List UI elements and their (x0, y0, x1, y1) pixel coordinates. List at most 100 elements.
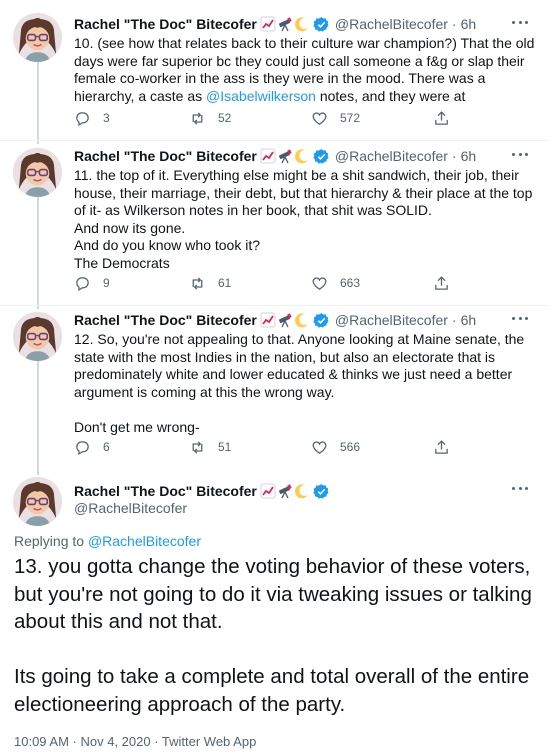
thread-line (37, 62, 39, 144)
retweet-button[interactable]: 61 (189, 273, 231, 293)
reply-button[interactable]: 6 (74, 437, 110, 457)
avatar[interactable] (13, 13, 62, 62)
crescent-moon-icon (294, 313, 308, 328)
tweet-actions: 9 61 663 (74, 273, 544, 293)
tweet-header: Rachel "The Doc" Bitecofer @RachelBiteco… (74, 14, 536, 34)
reply-button[interactable]: 9 (74, 273, 110, 293)
share-button[interactable] (433, 108, 450, 128)
replying-to: Replying to @RachelBitecofer (14, 533, 201, 549)
retweet-icon (192, 111, 203, 125)
crescent-moon-icon (294, 484, 308, 499)
main-tweet-header: Rachel "The Doc" Bitecofer (74, 481, 330, 501)
more-options-icon[interactable] (512, 312, 528, 324)
author-handle[interactable]: @RachelBitecofer (335, 148, 448, 164)
separator-dot: · (451, 148, 457, 164)
retweet-button[interactable]: 51 (189, 437, 231, 457)
tweet-actions: 3 52 572 (74, 108, 544, 128)
retweet-count: 51 (218, 440, 232, 454)
verified-badge-icon (313, 483, 329, 499)
like-button[interactable]: 572 (311, 108, 360, 128)
tweet-header: Rachel "The Doc" Bitecofer @RachelBiteco… (74, 146, 536, 166)
chart-increasing-icon (260, 148, 276, 164)
name-emojis (260, 483, 311, 499)
more-options-icon[interactable] (512, 16, 528, 28)
share-button[interactable] (433, 437, 450, 457)
heart-icon (312, 276, 327, 290)
share-button[interactable] (433, 273, 450, 293)
author-name[interactable]: Rachel "The Doc" Bitecofer (74, 16, 257, 32)
divider (0, 140, 548, 141)
heart-icon (312, 440, 327, 454)
name-emojis (260, 16, 311, 32)
tweet-actions: 6 51 566 (74, 437, 544, 457)
mention-link[interactable]: @Isabelwilkerson (206, 88, 316, 104)
verified-badge-icon (313, 148, 329, 164)
reply-button[interactable]: 3 (74, 108, 110, 128)
share-icon (435, 439, 448, 454)
tweet-time[interactable]: 6h (461, 16, 477, 32)
telescope-icon (278, 17, 292, 32)
main-tweet-text: 13. you gotta change the voting behavior… (14, 555, 532, 716)
reply-count: 6 (103, 440, 110, 454)
reply-icon (76, 440, 89, 455)
author-name[interactable]: Rachel "The Doc" Bitecofer (74, 312, 257, 328)
tweet-time[interactable]: 6h (461, 312, 477, 328)
more-options-icon[interactable] (512, 148, 528, 160)
chart-increasing-icon (260, 312, 276, 328)
replying-to-link[interactable]: @RachelBitecofer (88, 533, 201, 549)
like-button[interactable]: 663 (311, 273, 360, 293)
divider (0, 305, 548, 306)
author-name[interactable]: Rachel "The Doc" Bitecofer (74, 483, 257, 499)
reply-count: 3 (103, 111, 110, 125)
tweet-body: Rachel "The Doc" Bitecofer @RachelBiteco… (74, 14, 536, 105)
heart-icon (312, 111, 327, 125)
thread-line (37, 361, 39, 475)
replying-to-label: Replying to (14, 533, 85, 549)
separator-dot: · (451, 312, 457, 328)
retweet-count: 52 (218, 111, 232, 125)
verified-badge-icon (313, 16, 329, 32)
avatar[interactable] (13, 148, 62, 197)
separator-dot: · (451, 16, 457, 32)
tweet-text: 11. the top of it. Everything else might… (74, 167, 533, 271)
telescope-icon (278, 484, 292, 499)
thread-line (37, 197, 39, 309)
tweet-time[interactable]: 6h (461, 148, 477, 164)
tweet-body: Rachel "The Doc" Bitecofer @RachelBiteco… (74, 310, 536, 436)
crescent-moon-icon (294, 17, 308, 32)
retweet-icon (192, 440, 203, 454)
author-handle[interactable]: @RachelBitecofer (74, 500, 187, 516)
tweet-timestamp[interactable]: 10:09 AM · Nov 4, 2020 · Twitter Web App (14, 734, 256, 749)
tweet-text: 10. (see how that relates back to their … (74, 35, 536, 105)
tweet-body: Rachel "The Doc" Bitecofer @RachelBiteco… (74, 146, 536, 272)
share-icon (435, 110, 448, 125)
share-icon (435, 275, 448, 290)
verified-badge-icon (313, 312, 329, 328)
reply-icon (76, 276, 89, 291)
tweet-header: Rachel "The Doc" Bitecofer @RachelBiteco… (74, 310, 536, 330)
crescent-moon-icon (294, 149, 308, 164)
retweet-button[interactable]: 52 (189, 108, 231, 128)
author-handle[interactable]: @RachelBitecofer (335, 312, 448, 328)
like-button[interactable]: 566 (311, 437, 360, 457)
like-count: 663 (340, 276, 361, 290)
more-options-icon[interactable] (512, 482, 528, 494)
like-count: 566 (340, 440, 361, 454)
reply-count: 9 (103, 276, 110, 290)
avatar[interactable] (13, 312, 62, 361)
tweet-header: Rachel "The Doc" Bitecofer (74, 481, 330, 501)
author-name[interactable]: Rachel "The Doc" Bitecofer (74, 148, 257, 164)
name-emojis (260, 312, 311, 328)
name-emojis (260, 148, 311, 164)
retweet-count: 61 (218, 276, 232, 290)
author-handle[interactable]: @RachelBitecofer (335, 16, 448, 32)
telescope-icon (278, 313, 292, 328)
tweet-text-part: notes, and they were at (315, 87, 466, 104)
like-count: 572 (340, 111, 361, 125)
chart-increasing-icon (260, 483, 276, 499)
tweet-text: 12. So, you're not appealing to that. An… (74, 331, 525, 435)
reply-icon (76, 111, 89, 126)
chart-increasing-icon (260, 16, 276, 32)
retweet-icon (192, 276, 203, 290)
avatar[interactable] (13, 477, 62, 526)
